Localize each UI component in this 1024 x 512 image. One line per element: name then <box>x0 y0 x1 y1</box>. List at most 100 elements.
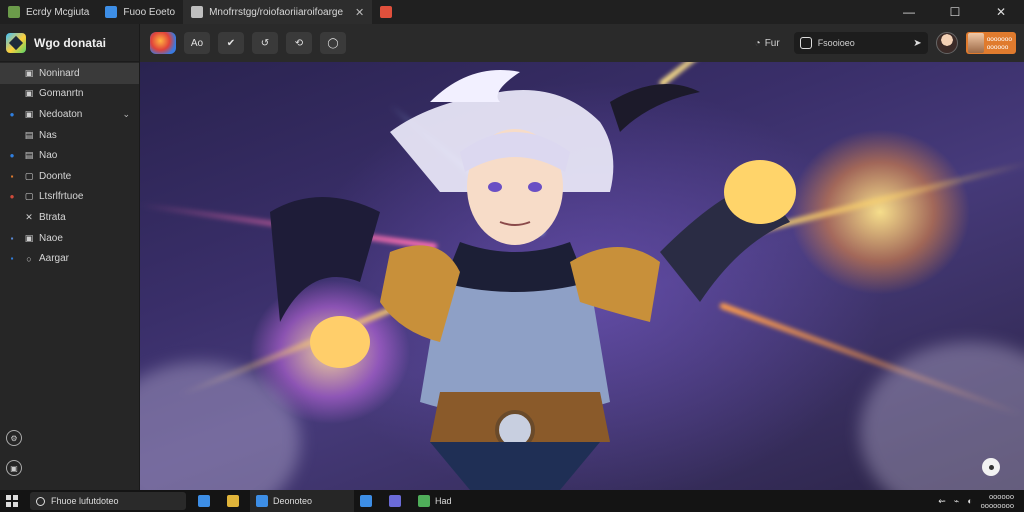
taskbar-search-text: Fhuoe lufutdoteo <box>51 496 119 506</box>
sidebar-item-0[interactable]: ⌂ ▣ Noninard <box>0 63 139 84</box>
taskbar-app-label: Had <box>435 496 452 506</box>
title-bar: Ecrdy Mcgiuta Fuoo Eoeto Mnofrrstgg/roiofa… <box>0 0 1024 24</box>
tray-icon-2[interactable]: ◐ <box>967 496 972 507</box>
toolbar-button-2[interactable]: ✔ <box>218 32 244 54</box>
sidebar-header: Wgo donatai <box>0 24 139 62</box>
sidebar-item-label: Gomanrtn <box>39 88 84 100</box>
sidebar-lead-icon: ● <box>9 151 15 161</box>
sidebar-item-7[interactable]: ✕ Btrata <box>0 207 139 228</box>
system-tray: ⇜ ⌁ ◐ oooooo oooooooo <box>938 492 1024 510</box>
prompt-placeholder: Fsooioeo <box>817 38 855 48</box>
sidebar-item-label: Aargar <box>39 253 70 265</box>
sidebar-item-icon: ▢ <box>24 170 34 181</box>
toolbar-button-3[interactable]: ↺ <box>252 32 278 54</box>
sidebar-item-2[interactable]: ● ▣ Nedoaton ⌄ <box>0 104 139 125</box>
sidebar-item-5[interactable]: ▪ ▢ Doonte <box>0 166 139 187</box>
taskbar-app-label: Deonoteo <box>273 496 313 506</box>
tab-favicon-icon <box>380 6 393 18</box>
sidebar-item-9[interactable]: ▪ ○ Aargar <box>0 248 139 269</box>
sidebar-item-3[interactable]: ▤ Nas <box>0 125 139 146</box>
tray-icon-1[interactable]: ⌁ <box>954 496 959 507</box>
clock[interactable]: oooooo oooooooo <box>981 492 1014 510</box>
toolbar-button-4[interactable]: ⟲ <box>286 32 312 54</box>
sidebar-item-icon: ▣ <box>24 232 34 243</box>
sidebar-lead-icon <box>6 211 18 223</box>
sidebar-item-icon: ▤ <box>24 129 34 140</box>
tab-favicon-icon <box>8 6 20 18</box>
sidebar-item-label: Btrata <box>39 211 66 223</box>
sidebar-footer: ⚙ ▣ <box>6 430 22 476</box>
taskbar-app-0[interactable] <box>192 490 221 512</box>
sidebar-item-icon: ▣ <box>24 88 34 99</box>
clock-time: oooooo <box>988 492 1014 501</box>
sidebar-item-icon: ✕ <box>25 211 33 222</box>
sidebar-item-label: Nedoaton <box>39 108 83 120</box>
tray-icons: ⇜ ⌁ ◐ <box>938 496 972 507</box>
taskbar-search[interactable]: Fhuoe lufutdoteo <box>30 492 186 510</box>
search-icon <box>36 496 45 506</box>
tab-3[interactable] <box>372 0 406 24</box>
taskbar-app-3[interactable] <box>354 490 383 512</box>
sidebar-item-icon: ▤ <box>24 150 34 161</box>
sidebar-item-6[interactable]: ● ▢ Ltsrlfrtuoe <box>0 187 139 208</box>
user-avatar[interactable] <box>935 32 958 54</box>
taskbar-app-icon <box>256 495 268 507</box>
close-window-button[interactable]: ✕ <box>978 0 1024 24</box>
tray-icon-0[interactable]: ⇜ <box>938 496 946 507</box>
sidebar-lead-icon: ▪ <box>10 171 14 181</box>
taskbar-app-5[interactable]: Had <box>412 490 458 512</box>
taskbar-app-icon <box>389 495 401 507</box>
status-text: Fur <box>764 37 780 49</box>
send-icon[interactable]: ➤ <box>913 38 921 49</box>
sidebar: Wgo donatai ⌂ ▣ Noninard ▣ Gomanrtn ● ▣ Nedoato… <box>0 24 140 490</box>
toolbar-button-5[interactable]: ◯ <box>320 32 346 54</box>
sidebar-item-icon: ▢ <box>24 191 34 202</box>
status-icon: ◔ <box>754 37 761 49</box>
sidebar-lead-icon <box>6 129 18 141</box>
tab-1[interactable]: Fuoo Eoeto <box>97 0 183 24</box>
profile-avatar <box>967 33 984 53</box>
sidebar-nav: ⌂ ▣ Noninard ▣ Gomanrtn ● ▣ Nedoaton ⌄ ▤ Nas ● ▤ Nao ▪… <box>0 62 139 269</box>
profile-button[interactable]: ooooooo oooooo <box>965 32 1016 54</box>
sidebar-item-label: Nao <box>39 150 58 162</box>
color-palette-button[interactable] <box>150 32 176 54</box>
sidebar-item-8[interactable]: ▪ ▣ Naoe <box>0 228 139 249</box>
sidebar-item-label: Noninard <box>39 67 80 79</box>
sidebar-item-icon: ○ <box>26 253 32 264</box>
sidebar-item-icon: ▣ <box>24 108 34 119</box>
sidebar-item-label: Doonte <box>39 170 72 182</box>
taskbar-app-4[interactable] <box>383 490 412 512</box>
windows-start-icon[interactable] <box>6 495 18 507</box>
app-title: Wgo donatai <box>34 35 106 50</box>
taskbar-app-1[interactable] <box>221 490 250 512</box>
tab-strip: Ecrdy Mcgiuta Fuoo Eoeto Mnofrrstgg/roiofa… <box>0 0 406 24</box>
sidebar-item-1[interactable]: ▣ Gomanrtn <box>0 84 139 105</box>
sidebar-lead-icon: ● <box>9 192 15 202</box>
status-indicator[interactable]: ◔ Fur <box>755 38 780 49</box>
app-logo-icon <box>6 32 26 53</box>
scroll-to-bottom-button[interactable] <box>982 458 1000 476</box>
chevron-down-icon[interactable]: ⌄ <box>122 109 130 120</box>
toolbar-buttons: Ao ✔ ↺ ⟲ ◯ <box>150 32 346 54</box>
toolbar-button-1[interactable]: Ao <box>184 32 210 54</box>
prompt-icon <box>799 37 812 49</box>
sidebar-item-label: Nas <box>39 129 57 141</box>
hero-character <box>270 70 796 490</box>
taskbar-app-icon <box>227 495 239 507</box>
sidebar-item-4[interactable]: ● ▤ Nao <box>0 145 139 166</box>
maximize-button[interactable]: ☐ <box>932 0 978 24</box>
prompt-input[interactable]: Fsooioeo ➤ <box>793 32 928 54</box>
account-icon[interactable]: ▣ <box>6 460 22 476</box>
sidebar-lead-icon: ▪ <box>10 233 14 243</box>
toolbar: Ao ✔ ↺ ⟲ ◯ ◔ Fur Fsooioeo ➤ ooooooo oooooo <box>140 24 1024 62</box>
profile-line-2: oooooo <box>986 43 1009 51</box>
tab-2[interactable]: Mnofrrstgg/roiofaoriiaroifoarge ✕ <box>183 0 373 24</box>
tab-close-icon[interactable]: ✕ <box>355 6 364 19</box>
taskbar-app-2[interactable]: Deonoteo <box>250 490 354 512</box>
generated-image[interactable] <box>140 62 1024 490</box>
settings-icon[interactable]: ⚙ <box>6 430 22 446</box>
tab-0[interactable]: Ecrdy Mcgiuta <box>0 0 97 24</box>
minimize-button[interactable]: — <box>886 0 932 24</box>
sidebar-item-icon: ▣ <box>24 67 34 78</box>
clock-date: oooooooo <box>980 501 1014 510</box>
